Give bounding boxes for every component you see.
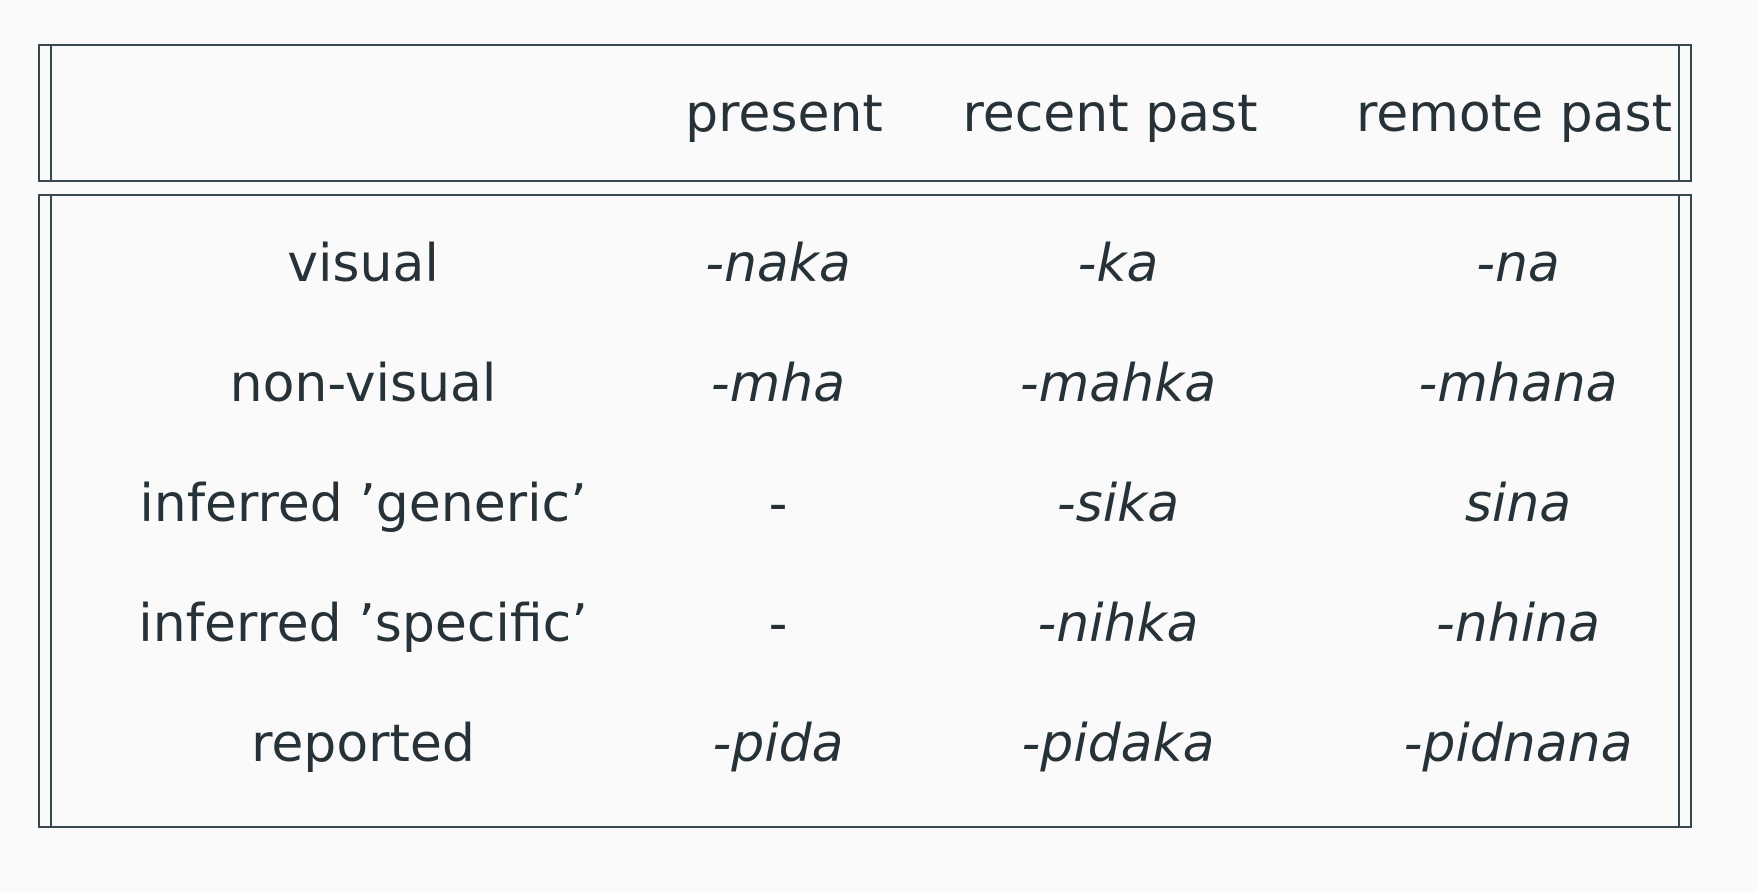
cell-remote-past: sina bbox=[1464, 474, 1572, 534]
cell-present: -pida bbox=[712, 714, 844, 774]
body-top-border bbox=[38, 194, 1692, 196]
row-label-inferred-specific: inferred ’specific’ bbox=[138, 594, 588, 654]
row-label-non-visual: non-visual bbox=[229, 354, 497, 414]
cell-remote-past: -mhana bbox=[1418, 354, 1618, 414]
cell-recent-past: -mahka bbox=[1019, 354, 1217, 414]
header-remote-past: remote past bbox=[1356, 84, 1672, 144]
cell-recent-past: -nihka bbox=[1037, 594, 1199, 654]
cell-recent-past: -pidaka bbox=[1021, 714, 1215, 774]
left-border-outer bbox=[38, 44, 40, 182]
header-present: present bbox=[685, 84, 883, 144]
evidentiality-table: present recent past remote past visual -… bbox=[38, 44, 1692, 828]
cell-present: -naka bbox=[705, 234, 851, 294]
header-bottom-border bbox=[38, 180, 1692, 182]
cell-remote-past: -na bbox=[1476, 234, 1560, 294]
cell-present: - bbox=[768, 594, 788, 654]
cell-recent-past: -ka bbox=[1077, 234, 1159, 294]
left-border-inner bbox=[50, 194, 52, 828]
cell-present: -mha bbox=[710, 354, 846, 414]
cell-remote-past: -nhina bbox=[1436, 594, 1600, 654]
row-label-reported: reported bbox=[251, 714, 475, 774]
left-border-outer bbox=[38, 194, 40, 828]
cell-recent-past: -sika bbox=[1056, 474, 1180, 534]
row-label-inferred-generic: inferred ’generic’ bbox=[139, 474, 587, 534]
table-bottom-border bbox=[38, 826, 1692, 828]
cell-present: - bbox=[768, 474, 788, 534]
left-border-inner bbox=[50, 44, 52, 182]
header-recent-past: recent past bbox=[962, 84, 1258, 144]
row-label-visual: visual bbox=[287, 234, 439, 294]
table-top-border bbox=[38, 44, 1692, 46]
cell-remote-past: -pidnana bbox=[1403, 714, 1633, 774]
